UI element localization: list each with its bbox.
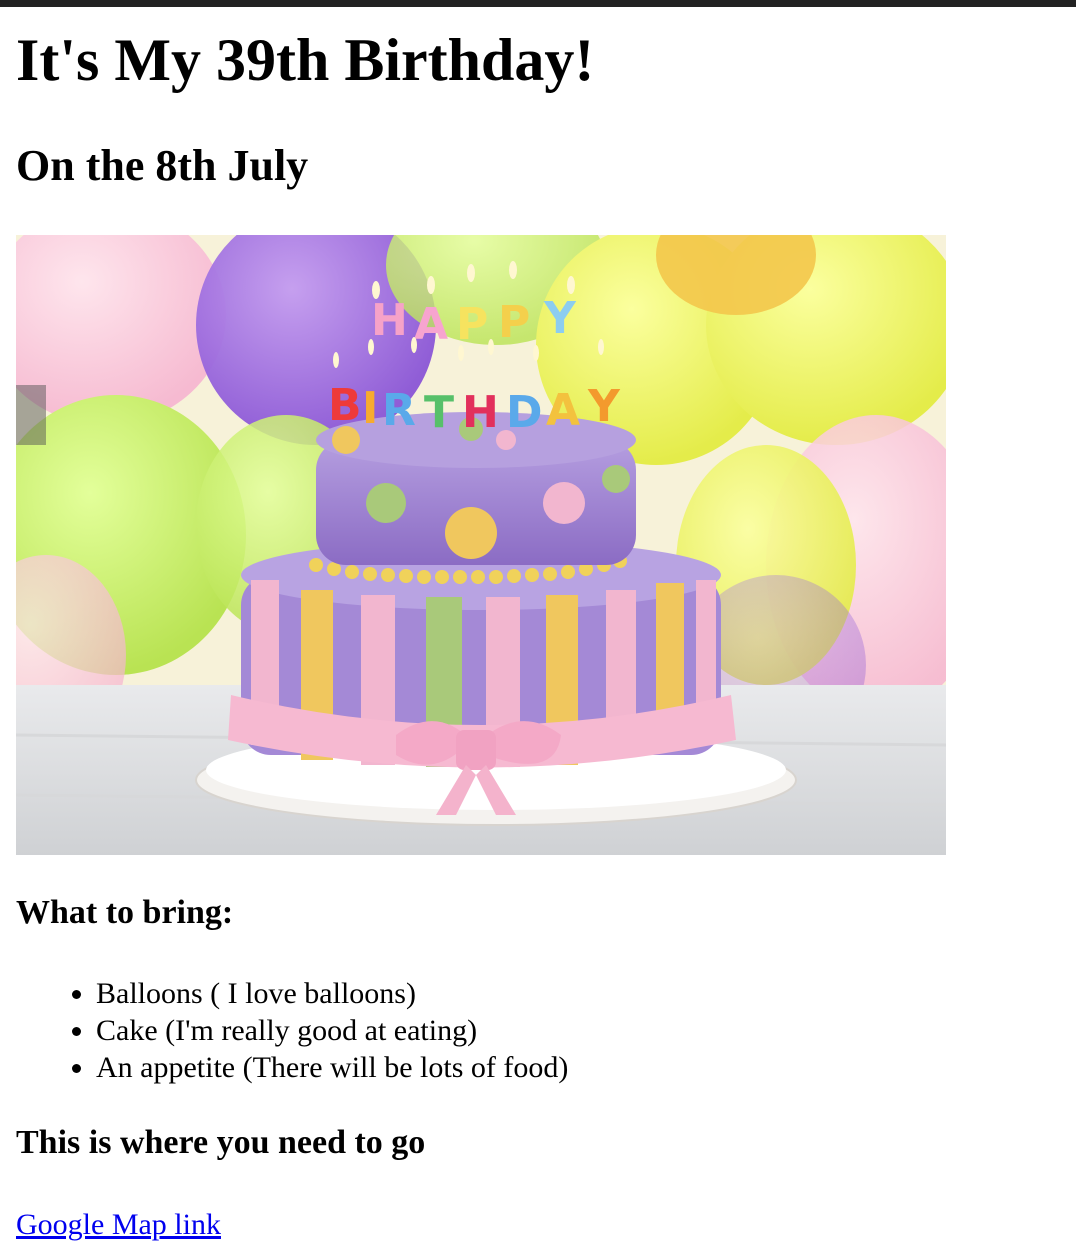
svg-text:Y: Y <box>543 293 577 344</box>
svg-text:I: I <box>362 383 378 434</box>
svg-text:D: D <box>506 387 543 438</box>
birthday-cake-image: H A P P Y B I R T H D A Y <box>16 235 946 855</box>
browser-top-bar <box>0 0 1076 7</box>
list-item: Balloons ( I love balloons) <box>96 975 568 1012</box>
location-heading: This is where you need to go <box>16 1124 426 1161</box>
page-title: It's My 39th Birthday! <box>16 27 595 93</box>
svg-text:Y: Y <box>587 381 621 432</box>
google-map-link[interactable]: Google Map link <box>16 1203 221 1247</box>
svg-text:R: R <box>382 385 416 436</box>
svg-text:B: B <box>328 380 362 431</box>
svg-text:T: T <box>424 387 454 438</box>
svg-text:H: H <box>371 295 408 346</box>
svg-text:H: H <box>462 387 499 438</box>
svg-text:A: A <box>414 299 448 350</box>
svg-text:P: P <box>456 299 488 350</box>
page-subtitle: On the 8th July <box>16 141 309 190</box>
bring-list: Balloons ( I love balloons) Cake (I'm re… <box>16 975 568 1086</box>
list-item: Cake (I'm really good at eating) <box>96 1012 568 1049</box>
what-to-bring-heading: What to bring: <box>16 894 234 931</box>
svg-text:A: A <box>546 385 580 436</box>
list-item: An appetite (There will be lots of food) <box>96 1049 568 1086</box>
svg-text:P: P <box>498 297 530 348</box>
